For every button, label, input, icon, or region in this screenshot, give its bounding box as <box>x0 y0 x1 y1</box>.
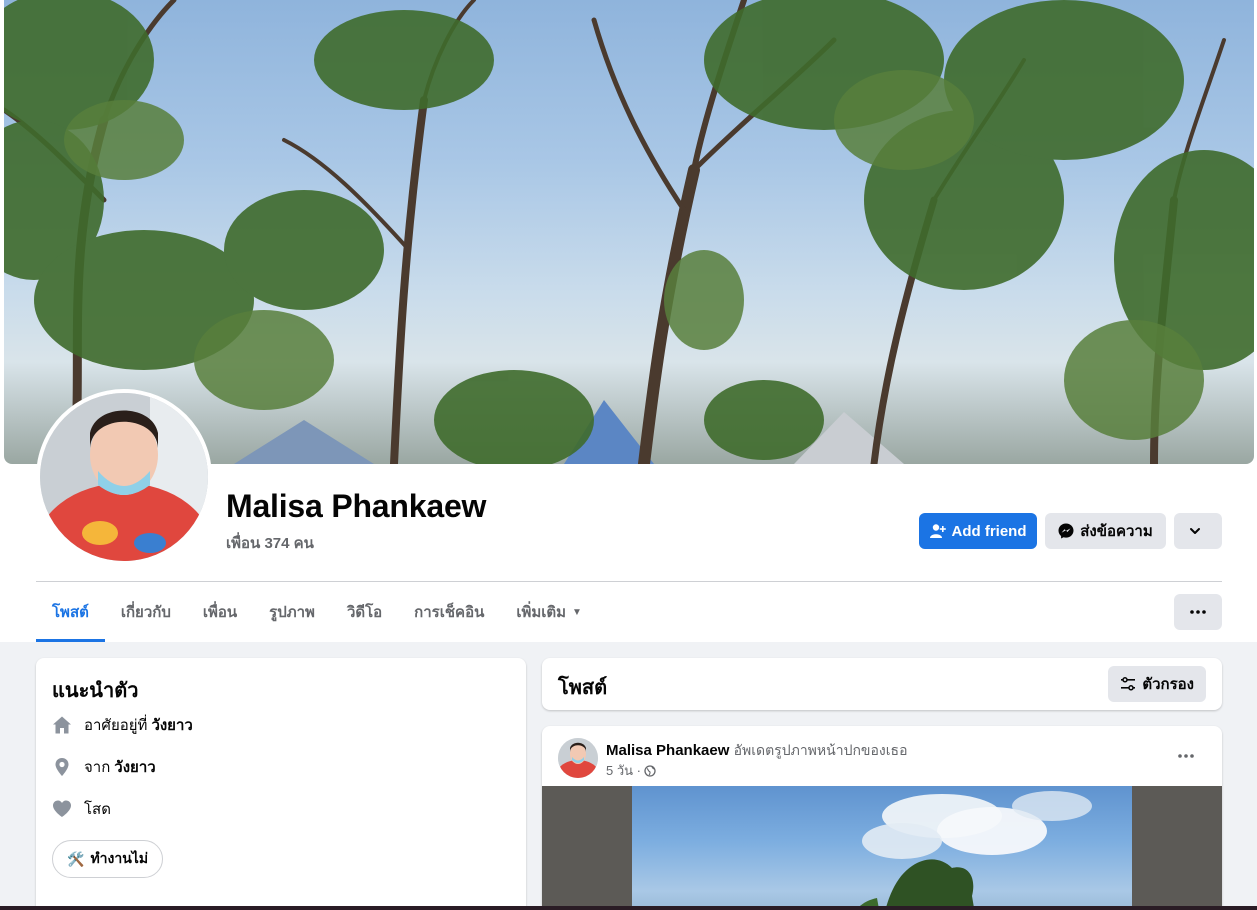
home-icon <box>52 715 72 735</box>
message-label: ส่งข้อความ <box>1080 523 1153 540</box>
profile-picture[interactable] <box>36 389 212 565</box>
tab-photos[interactable]: รูปภาพ <box>253 582 331 642</box>
cover-trees-illustration <box>4 0 1254 464</box>
chevron-down-icon <box>1190 528 1200 534</box>
post-card: Malisa Phankaew อัพเดตรูปภาพหน้าปกของเธอ… <box>542 726 1222 910</box>
filter-sliders-icon <box>1121 677 1136 691</box>
heart-icon <box>52 799 72 819</box>
intro-relationship: โสด <box>52 797 111 821</box>
profile-photo <box>40 393 208 561</box>
globe-icon <box>644 764 656 777</box>
work-chip[interactable]: 🛠️ ทำงานไม่ <box>52 840 164 878</box>
lives-place-link[interactable]: วังยาว <box>151 713 192 737</box>
profile-options-button[interactable] <box>1174 594 1222 630</box>
tab-more[interactable]: เพิ่มเติม ▼ <box>500 582 598 642</box>
tab-label: เกี่ยวกับ <box>120 604 171 621</box>
post-header-text: Malisa Phankaew อัพเดตรูปภาพหน้าปกของเธอ <box>606 740 907 762</box>
friend-count[interactable]: เพื่อน 374 คน <box>226 531 314 555</box>
from-place-link[interactable]: วังยาว <box>114 755 155 779</box>
tools-icon: 🛠️ <box>67 850 85 867</box>
tab-label: โพสต์ <box>52 604 89 621</box>
message-button[interactable]: ส่งข้อความ <box>1045 513 1166 549</box>
more-actions-dropdown[interactable] <box>1174 513 1222 549</box>
work-chip-label: ทำงานไม่ <box>90 850 149 866</box>
filter-label: ตัวกรอง <box>1142 676 1194 693</box>
relationship-status: โสด <box>84 801 111 818</box>
add-person-icon <box>929 524 946 538</box>
post-action-text: อัพเดตรูปภาพหน้าปกของเธอ <box>733 742 908 758</box>
more-dots-icon <box>1178 754 1194 758</box>
from-prefix: จาก <box>84 759 111 776</box>
posts-header-card: โพสต์ ตัวกรอง <box>542 658 1222 710</box>
messenger-icon <box>1058 523 1074 539</box>
profile-name: Malisa Phankaew <box>226 488 487 524</box>
post-author-name[interactable]: Malisa Phankaew <box>606 742 729 759</box>
post-time[interactable]: 5 วัน · <box>606 760 641 781</box>
profile-tabs: โพสต์ เกี่ยวกับ เพื่อน รูปภาพ วิดีโอ การ… <box>36 582 598 642</box>
post-image[interactable] <box>542 786 1222 910</box>
tab-videos[interactable]: วิดีโอ <box>331 582 398 642</box>
tab-posts[interactable]: โพสต์ <box>36 582 105 642</box>
intro-lives-in: อาศัยอยู่ที่ วังยาว <box>52 713 193 737</box>
caret-down-icon: ▼ <box>572 606 582 618</box>
post-author-avatar[interactable] <box>558 738 598 778</box>
intro-title: แนะนำตัว <box>52 680 139 702</box>
intro-card: แนะนำตัว อาศัยอยู่ที่ วังยาว จาก วังยาว … <box>36 658 526 910</box>
tab-about[interactable]: เกี่ยวกับ <box>105 582 187 642</box>
filter-button[interactable]: ตัวกรอง <box>1108 666 1206 702</box>
more-dots-icon <box>1190 610 1206 614</box>
location-pin-icon <box>52 757 72 777</box>
post-options-button[interactable] <box>1168 742 1204 770</box>
post-photo <box>632 786 1132 910</box>
tab-friends[interactable]: เพื่อน <box>187 582 253 642</box>
tab-label: การเช็คอิน <box>414 604 485 621</box>
tab-label: วิดีโอ <box>346 604 383 621</box>
add-friend-label: Add friend <box>951 522 1027 540</box>
posts-title: โพสต์ <box>558 677 608 699</box>
tab-checkins[interactable]: การเช็คอิน <box>398 582 500 642</box>
bottom-edge <box>0 906 1257 910</box>
post-meta: 5 วัน · <box>606 760 656 781</box>
tab-label: เพื่อน <box>202 604 238 621</box>
intro-from: จาก วังยาว <box>52 755 156 779</box>
tab-label: เพิ่มเติม <box>516 604 567 621</box>
lives-prefix: อาศัยอยู่ที่ <box>84 717 148 734</box>
tab-label: รูปภาพ <box>269 604 315 621</box>
cover-photo[interactable] <box>4 0 1254 464</box>
add-friend-button[interactable]: Add friend <box>919 513 1037 549</box>
